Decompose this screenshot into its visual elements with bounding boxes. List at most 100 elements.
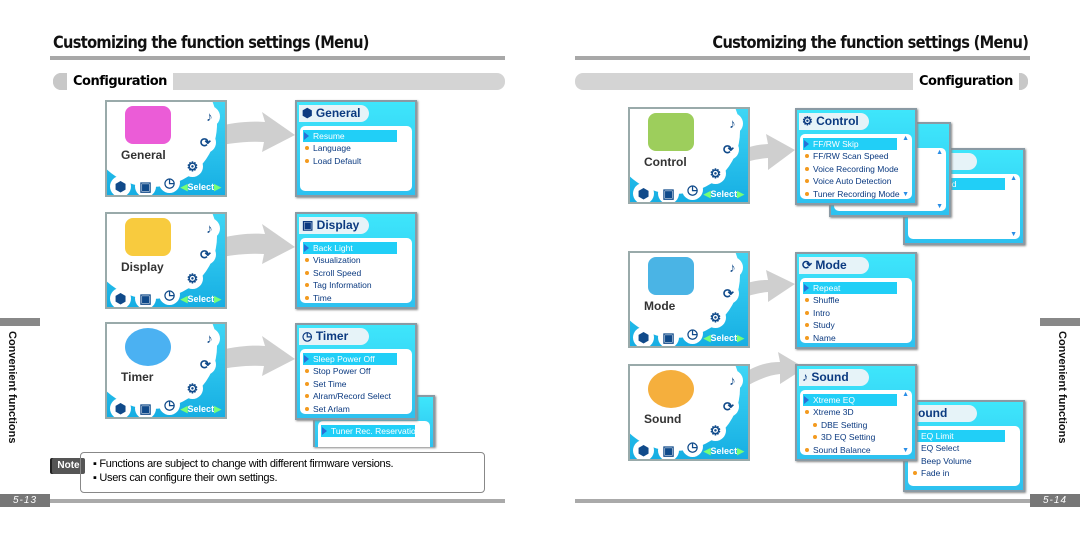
menu-item[interactable]: Alram/Record Select: [303, 390, 409, 402]
gear-icon[interactable]: ⚙: [705, 163, 726, 184]
gift-box-stars-icon: [125, 106, 171, 144]
music-note-icon[interactable]: ♪: [199, 106, 220, 127]
menu-list: EQ Limit EQ Select Beep Volume Fade in: [908, 426, 1020, 486]
menu-item[interactable]: Xtreme 3D: [803, 406, 909, 418]
monitor-icon[interactable]: ▣: [135, 176, 156, 195]
repeat-icon[interactable]: ⟳: [195, 244, 216, 265]
cube-icon[interactable]: ⬢: [633, 327, 654, 346]
menu-list: Repeat Shuffle Intro Study Name: [800, 278, 912, 343]
footer-line: [575, 499, 1030, 503]
menu-item[interactable]: 3D EQ Setting: [803, 431, 909, 443]
cube-icon[interactable]: ⬢: [633, 440, 654, 459]
menu-item[interactable]: DBE Setting: [803, 419, 909, 431]
menu-item[interactable]: Name: [803, 332, 909, 343]
menu-item[interactable]: EQ Select: [911, 442, 1017, 454]
monitor-icon[interactable]: ▣: [135, 288, 156, 307]
device-label: Sound: [644, 412, 682, 426]
monitor-brush-icon: [125, 218, 171, 256]
gear-icon[interactable]: ⚙: [182, 378, 203, 399]
clock-icon[interactable]: ◷: [682, 323, 703, 344]
menu-item[interactable]: Intro: [803, 307, 909, 319]
clock-icon[interactable]: ◷: [159, 284, 180, 305]
menu-title-text: General: [315, 106, 361, 120]
music-note-icon[interactable]: ♪: [199, 328, 220, 349]
menu-item[interactable]: Resume: [303, 130, 397, 143]
monitor-icon[interactable]: ▣: [135, 398, 156, 417]
menu-item[interactable]: Stop Power Off: [303, 365, 409, 377]
menu-title-text: Sound: [811, 370, 849, 384]
scroll-up-icon[interactable]: ▲: [902, 135, 909, 142]
device-label: Control: [644, 155, 687, 169]
menu-item[interactable]: Voice Recording Mode: [803, 163, 909, 175]
note-line: ▪ Functions are subject to change with d…: [93, 458, 394, 470]
cube-icon[interactable]: ⬢: [110, 176, 131, 195]
menu-item[interactable]: Tuner Recording Mode: [803, 188, 909, 199]
menu-item[interactable]: FF/RW Scan Speed: [803, 150, 909, 162]
cube-icon[interactable]: ⬢: [633, 183, 654, 202]
menu-item[interactable]: Voice Auto Detection: [803, 175, 909, 187]
menu-item[interactable]: Sleep Power Off: [303, 353, 397, 366]
scroll-down-icon[interactable]: ▼: [936, 203, 943, 210]
menu-item[interactable]: Repeat: [803, 282, 897, 295]
device-label: General: [121, 148, 166, 162]
device-screen-timer: Timer ♪ ⟳ ⚙ ◷ ▣ ⬢ ◀Select▶: [105, 322, 227, 419]
menu-title-text: Control: [816, 114, 859, 128]
menu-item-active[interactable]: Tuner Rec. Reservation: [321, 425, 420, 438]
clock-icon[interactable]: ◷: [682, 179, 703, 200]
cube-icon[interactable]: ⬢: [110, 398, 131, 417]
music-note-icon[interactable]: ♪: [722, 113, 743, 134]
menu-item[interactable]: Load Default: [303, 155, 409, 167]
music-note-icon[interactable]: ♪: [199, 218, 220, 239]
repeat-icon[interactable]: ⟳: [718, 396, 739, 417]
note-text: Functions are subject to change with dif…: [99, 458, 394, 470]
music-note-icon[interactable]: ♪: [722, 257, 743, 278]
scroll-up-icon[interactable]: ▲: [936, 149, 943, 156]
cube-icon[interactable]: ⬢: [110, 288, 131, 307]
menu-item[interactable]: Set Arlam: [303, 403, 409, 414]
menu-item[interactable]: Study: [803, 319, 909, 331]
menu-item[interactable]: Visualization: [303, 254, 409, 266]
menu-item[interactable]: Set Time: [303, 378, 409, 390]
menu-item[interactable]: Shuffle: [803, 294, 909, 306]
side-tab-right: Convenient functions: [1056, 331, 1068, 444]
menu-item[interactable]: Tag Information: [303, 279, 409, 291]
menu-item[interactable]: Beep Volume: [911, 455, 1017, 467]
monitor-icon[interactable]: ▣: [658, 327, 679, 346]
menu-item[interactable]: Time: [303, 292, 409, 303]
gear-icon[interactable]: ⚙: [182, 268, 203, 289]
scroll-down-icon[interactable]: ▼: [902, 447, 909, 454]
monitor-icon[interactable]: ▣: [658, 440, 679, 459]
gear-icon[interactable]: ⚙: [705, 307, 726, 328]
clock-icon[interactable]: ◷: [159, 394, 180, 415]
repeat-icon[interactable]: ⟳: [718, 139, 739, 160]
gear-icon[interactable]: ⚙: [705, 420, 726, 441]
menu-list: Back Light Visualization Scroll Speed Tag I…: [300, 238, 412, 303]
clock-icon[interactable]: ◷: [159, 172, 180, 193]
menu-item[interactable]: Fade in: [911, 467, 1017, 479]
scroll-down-icon[interactable]: ▼: [902, 191, 909, 198]
menu-item[interactable]: Language: [303, 142, 409, 154]
music-note-icon[interactable]: ♪: [722, 370, 743, 391]
menu-item[interactable]: EQ Limit: [911, 430, 1005, 443]
repeat-icon[interactable]: ⟳: [195, 132, 216, 153]
gear-icon[interactable]: ⚙: [182, 156, 203, 177]
scroll-down-icon[interactable]: ▼: [1010, 231, 1017, 238]
cube-icon: ⬢: [302, 106, 316, 120]
clock-icon[interactable]: ◷: [682, 436, 703, 457]
menu-item[interactable]: Xtreme EQ: [803, 394, 897, 407]
scroll-up-icon[interactable]: ▲: [1010, 175, 1017, 182]
note-box: ▪ Functions are subject to change with d…: [80, 452, 485, 493]
menu-item[interactable]: Scroll Speed: [303, 267, 409, 279]
device-label: Display: [121, 260, 164, 274]
menu-title: ⟳ Mode: [799, 257, 869, 274]
scroll-up-icon[interactable]: ▲: [902, 391, 909, 398]
menu-list: Sleep Power Off Stop Power Off Set Time Alr…: [300, 349, 412, 414]
menu-item[interactable]: FF/RW Skip: [803, 138, 897, 151]
repeat-icon[interactable]: ⟳: [195, 354, 216, 375]
menu-item[interactable]: Sound Balance: [803, 444, 909, 455]
repeat-icon[interactable]: ⟳: [718, 283, 739, 304]
menu-title-text: Timer: [315, 329, 349, 343]
monitor-icon[interactable]: ▣: [658, 183, 679, 202]
device-screen-control: Control ♪ ⟳ ⚙ ◷ ▣ ⬢ ◀Select▶: [628, 107, 750, 204]
menu-item[interactable]: Back Light: [303, 242, 397, 255]
